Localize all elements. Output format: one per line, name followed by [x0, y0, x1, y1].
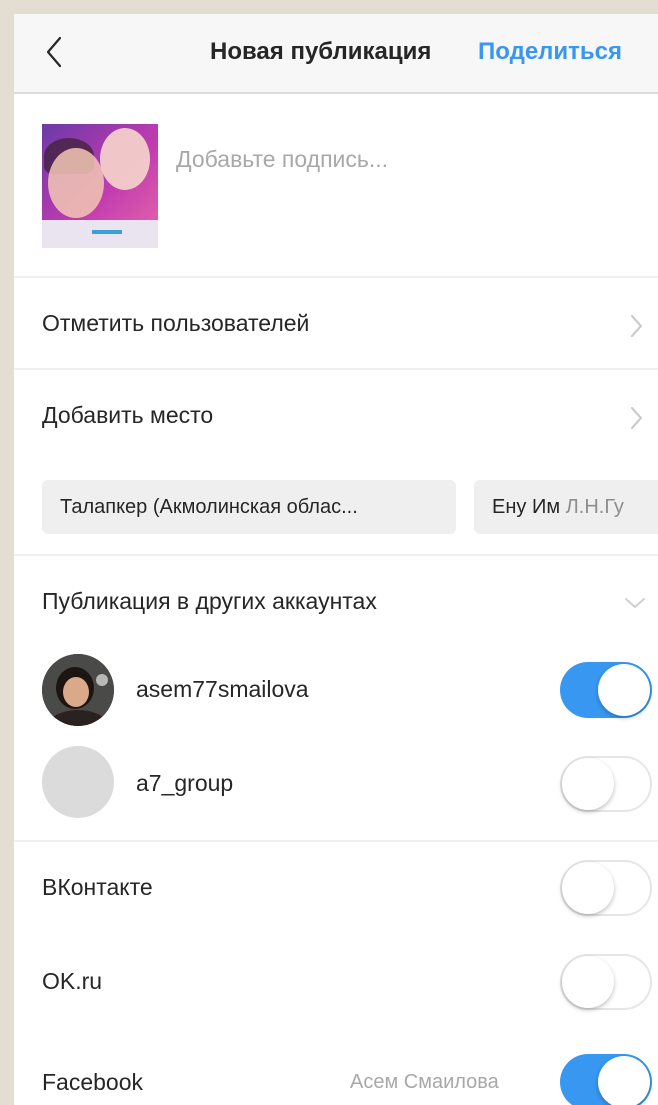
tag-people-label: Отметить пользователей [42, 310, 310, 336]
top-bar: Новая публикация Поделиться [14, 14, 658, 94]
vk-toggle[interactable] [560, 860, 652, 916]
avatar [42, 654, 114, 726]
location-chip[interactable]: Ену Им Л.Н.Гу [474, 480, 658, 534]
chevron-left-icon [46, 36, 62, 68]
location-chip-label: Ену Им [492, 495, 561, 518]
avatar-placeholder [42, 746, 114, 818]
divider [14, 276, 658, 278]
vk-label: ВКонтакте [42, 874, 153, 900]
facebook-account-name: Асем Смаилова [350, 1071, 499, 1093]
divider [14, 368, 658, 370]
caption-input[interactable] [176, 146, 636, 173]
share-button[interactable]: Поделиться [478, 38, 622, 66]
account-username: a7_group [136, 770, 234, 796]
location-chip-label-muted: Л.Н.Гу [565, 495, 624, 518]
chevron-right-icon [631, 315, 642, 337]
post-thumbnail[interactable] [42, 124, 158, 248]
location-chip-label: Талапкер (Акмолинская облас... [60, 495, 358, 518]
account-toggle[interactable] [560, 756, 652, 812]
add-location-label: Добавить место [42, 402, 214, 428]
divider [14, 840, 658, 842]
other-accounts-label: Публикация в других аккаунтах [42, 588, 377, 614]
chevron-right-icon [631, 407, 642, 429]
ok-toggle[interactable] [560, 954, 652, 1010]
page-title: Новая публикация [210, 38, 432, 65]
location-chip[interactable]: Талапкер (Акмолинская облас... [42, 480, 456, 534]
divider [14, 554, 658, 556]
new-post-screen: Новая публикация Поделиться Отметить пол… [14, 14, 658, 1105]
facebook-toggle[interactable] [560, 1054, 652, 1105]
account-toggle[interactable] [560, 662, 652, 718]
chevron-down-icon [625, 598, 645, 608]
facebook-label: Facebook [42, 1069, 144, 1095]
back-button[interactable] [36, 32, 72, 72]
ok-label: OK.ru [42, 968, 103, 994]
account-username: asem77smailova [136, 676, 309, 702]
